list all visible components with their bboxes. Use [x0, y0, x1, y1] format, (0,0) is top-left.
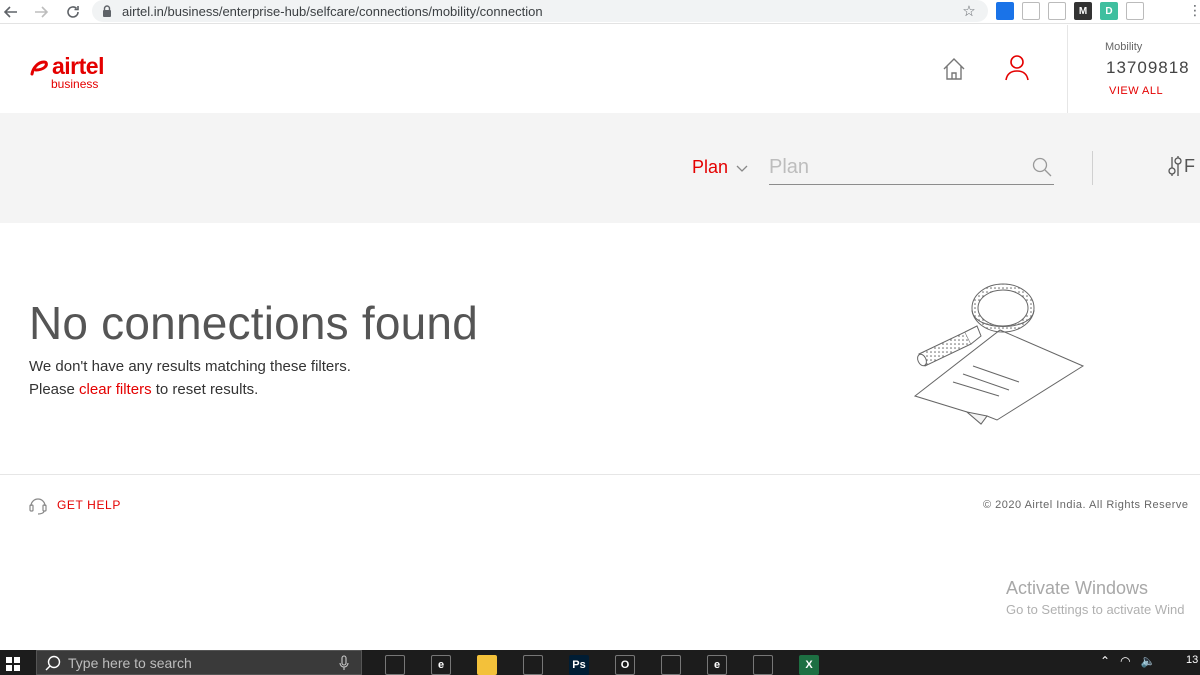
- plan-search: [769, 151, 1054, 185]
- user-icon: [1005, 55, 1029, 81]
- clear-filters-link[interactable]: clear filters: [79, 381, 152, 398]
- calculator-app-icon: [523, 655, 543, 675]
- account-number: 13709818: [1106, 58, 1190, 77]
- task-view-app-icon: [385, 655, 405, 675]
- plan-dropdown-label: Plan: [692, 157, 729, 177]
- account-type: Mobility: [1105, 41, 1143, 53]
- taskbar-search-input[interactable]: [68, 651, 318, 674]
- activate-windows-subtitle: Go to Settings to activate Wind: [1006, 602, 1185, 617]
- magnifier-document-illustration: [913, 283, 1085, 425]
- system-tray: ⌃ ◠ 🔈: [1100, 654, 1156, 668]
- address-bar[interactable]: airtel.in/business/enterprise-hub/selfca…: [92, 0, 988, 22]
- taskbar-clock[interactable]: 13: [1186, 654, 1198, 666]
- arrow-right-icon: [35, 5, 49, 18]
- taskbar-apps: e Ps Oe X: [372, 650, 832, 675]
- airtel-mark-icon: [30, 60, 48, 76]
- header-divider: [1067, 25, 1068, 113]
- get-help-button[interactable]: GET HELP: [29, 495, 121, 515]
- home-button[interactable]: [940, 55, 968, 83]
- globe-extension-icon[interactable]: [1126, 2, 1144, 20]
- brand-sub: business: [51, 77, 99, 91]
- chevron-down-icon: [736, 165, 748, 172]
- internet-explorer-app-icon: e: [431, 655, 451, 675]
- hint-suffix: to reset results.: [151, 381, 259, 398]
- extension-1-icon[interactable]: [996, 2, 1014, 20]
- edge-app[interactable]: e: [694, 650, 740, 675]
- opera-app[interactable]: O: [602, 650, 648, 675]
- hint-prefix: Please: [29, 381, 80, 398]
- arrow-left-icon: [3, 5, 17, 18]
- empty-state-message: We don't have any results matching these…: [29, 358, 351, 375]
- star-icon[interactable]: ☆: [960, 2, 978, 20]
- airtel-business-logo[interactable]: airtel business: [28, 53, 118, 95]
- edge-app-icon: e: [707, 655, 727, 675]
- site-header: airtel business Mobility 13709818 VIEW A…: [0, 25, 1200, 113]
- chrome-app[interactable]: [648, 650, 694, 675]
- wifi-icon[interactable]: ◠: [1120, 654, 1130, 668]
- sliders-icon: [1168, 156, 1182, 176]
- headset-icon: [29, 498, 47, 515]
- excel-app-icon: X: [799, 655, 819, 675]
- search-icon[interactable]: [1032, 157, 1052, 177]
- photoshop-app[interactable]: Ps: [556, 650, 602, 675]
- browser-toolbar: airtel.in/business/enterprise-hub/selfca…: [0, 0, 1200, 24]
- extension-2-icon[interactable]: [1022, 2, 1040, 20]
- windows-taskbar: e Ps Oe X ⌃ ◠ 🔈 13: [0, 650, 1200, 675]
- file-explorer-app-icon: [477, 655, 497, 675]
- footer-divider: [0, 474, 1200, 475]
- search-icon: [45, 655, 61, 670]
- camera-extension-icon[interactable]: [1048, 2, 1066, 20]
- get-help-label: GET HELP: [57, 498, 121, 512]
- photoshop-app-icon: Ps: [569, 655, 589, 675]
- task-view-app[interactable]: [372, 650, 418, 675]
- pen-app-icon: [753, 655, 773, 675]
- reload-button[interactable]: [62, 1, 84, 23]
- pen-app[interactable]: [740, 650, 786, 675]
- internet-explorer-app[interactable]: e: [418, 650, 464, 675]
- opera-app-icon: O: [615, 655, 635, 675]
- empty-state-title: No connections found: [29, 297, 478, 349]
- forward-button[interactable]: [30, 1, 52, 23]
- brand-name: airtel: [52, 53, 104, 79]
- d-extension-icon[interactable]: D: [1100, 2, 1118, 20]
- filter-bar: Plan F: [0, 113, 1200, 223]
- extension-tray: MD: [996, 2, 1144, 20]
- empty-state-hint: Please clear filters to reset results.: [29, 381, 258, 398]
- chevron-up-icon[interactable]: ⌃: [1100, 654, 1110, 668]
- view-all-link[interactable]: VIEW ALL: [1109, 85, 1163, 97]
- plan-dropdown[interactable]: Plan: [692, 157, 748, 178]
- file-explorer-app[interactable]: [464, 650, 510, 675]
- calculator-app[interactable]: [510, 650, 556, 675]
- reload-icon: [67, 5, 79, 18]
- copyright-text: © 2020 Airtel India. All Rights Reserve: [983, 499, 1189, 511]
- url-text: airtel.in/business/enterprise-hub/selfca…: [122, 3, 543, 19]
- profile-button[interactable]: [1003, 53, 1031, 83]
- windows-start-icon[interactable]: [4, 655, 22, 673]
- chrome-app-icon: [661, 655, 681, 675]
- lock-icon: [100, 4, 114, 18]
- filters-button[interactable]: F: [1168, 153, 1195, 179]
- plan-search-input[interactable]: [769, 151, 1019, 183]
- browser-menu-icon[interactable]: ⋮: [1188, 2, 1200, 20]
- filter-divider: [1092, 151, 1093, 185]
- excel-app[interactable]: X: [786, 650, 832, 675]
- back-button[interactable]: [0, 1, 22, 23]
- taskbar-search: [36, 650, 362, 675]
- activate-windows-title: Activate Windows: [1006, 578, 1149, 598]
- home-icon: [943, 58, 965, 80]
- filters-label: F: [1184, 155, 1195, 176]
- microphone-icon[interactable]: [339, 655, 349, 671]
- volume-icon[interactable]: 🔈: [1141, 654, 1156, 668]
- m-extension-icon[interactable]: M: [1074, 2, 1092, 20]
